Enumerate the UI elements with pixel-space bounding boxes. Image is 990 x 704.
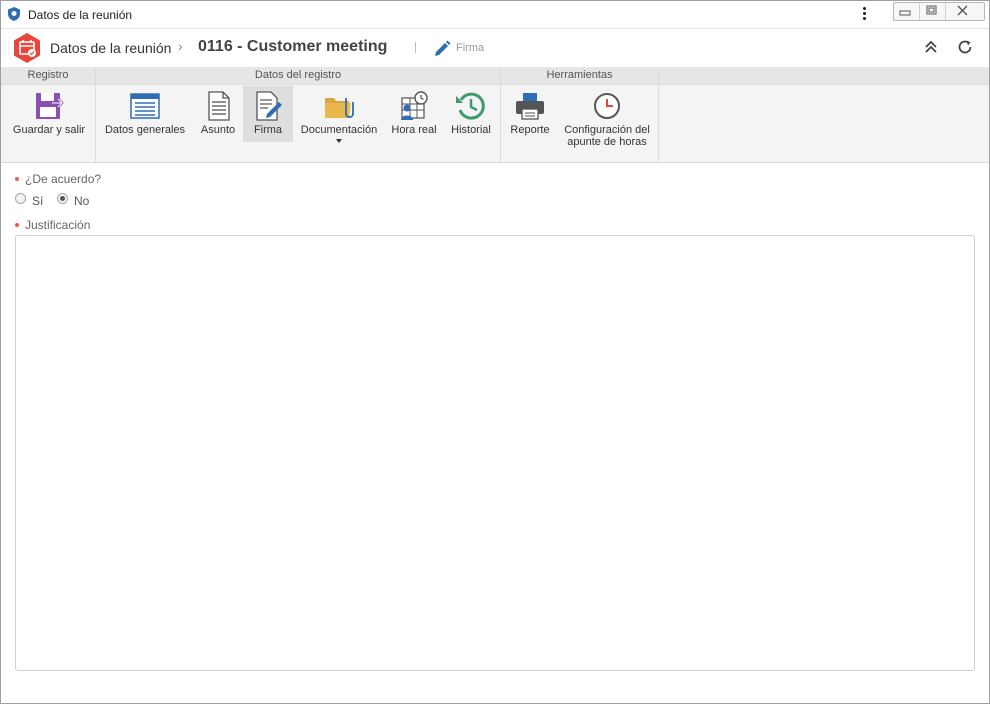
app-window: Datos de la reunión Datos de la reunión <box>0 0 990 704</box>
button-label: Hora real <box>391 124 437 136</box>
save-exit-icon <box>36 93 64 119</box>
reporte-button[interactable]: Reporte <box>506 86 554 142</box>
breadcrumb-separator-icon: › <box>178 38 183 54</box>
meeting-logo-icon <box>14 33 40 63</box>
button-label: Historial <box>451 124 491 136</box>
more-options-icon[interactable] <box>859 7 869 23</box>
hora-real-button[interactable]: Hora real <box>386 86 442 142</box>
button-label: Asunto <box>200 124 236 136</box>
button-label: Datos generales <box>104 124 186 136</box>
minimize-icon <box>899 10 911 16</box>
agreement-label: ¿De acuerdo? <box>25 172 102 186</box>
firma-button[interactable]: Firma <box>243 86 293 142</box>
close-button[interactable] <box>946 3 984 20</box>
save-and-exit-button[interactable]: Guardar y salir <box>5 86 93 142</box>
restore-button[interactable] <box>920 3 947 20</box>
button-label: Documentación <box>300 124 378 136</box>
breadcrumb: Datos de la reunión › 0116 - Customer me… <box>1 29 989 67</box>
ribbon-group-registro: Registro Guardar y salir <box>1 67 96 162</box>
window-controls <box>893 2 985 21</box>
button-label: Guardar y salir <box>12 124 86 136</box>
historial-button[interactable]: Historial <box>446 86 496 142</box>
ribbon-group-herramientas: Herramientas Reporte Configuración del a <box>501 67 659 162</box>
collapse-up-icon[interactable] <box>923 39 939 55</box>
group-title: Datos del registro <box>96 67 500 85</box>
justification-textarea[interactable] <box>15 235 975 671</box>
clock-icon <box>594 93 620 119</box>
minimize-button[interactable] <box>894 3 921 20</box>
required-indicator <box>15 223 19 227</box>
divider <box>415 42 416 53</box>
datos-generales-button[interactable]: Datos generales <box>101 86 189 142</box>
button-label: Configuración del <box>564 124 650 136</box>
ribbon-toolbar: Registro Guardar y salir Datos del regis… <box>1 67 989 163</box>
window-title: Datos de la reunión <box>28 8 133 22</box>
radio-no[interactable] <box>57 193 68 204</box>
history-icon <box>456 92 485 120</box>
app-shield-icon <box>8 7 20 21</box>
button-label: Reporte <box>510 124 550 136</box>
breadcrumb-parent[interactable]: Datos de la reunión <box>50 40 171 56</box>
configuracion-apunte-horas-button[interactable]: Configuración del apunte de horas <box>559 86 655 148</box>
printer-icon <box>516 93 544 120</box>
justification-label: Justificación <box>25 218 91 232</box>
radio-no-label[interactable]: No <box>74 194 89 208</box>
document-icon <box>208 91 230 121</box>
close-icon <box>957 5 968 16</box>
documentacion-button[interactable]: Documentación <box>297 86 381 144</box>
form-icon <box>130 93 160 119</box>
schedule-person-icon <box>401 91 428 120</box>
refresh-icon[interactable] <box>957 39 973 55</box>
radio-yes[interactable] <box>15 193 26 204</box>
group-title: Herramientas <box>501 67 658 85</box>
record-title: 0116 - Customer meeting <box>198 38 388 55</box>
pencil-icon <box>435 40 451 56</box>
chevron-down-icon[interactable] <box>335 138 343 144</box>
asunto-button[interactable]: Asunto <box>195 86 241 142</box>
folder-clip-icon <box>325 98 354 118</box>
ribbon-group-datos-registro: Datos del registro Datos generales Asunt… <box>96 67 501 162</box>
title-bar: Datos de la reunión <box>1 1 989 29</box>
button-label-line2: apunte de horas <box>567 136 647 148</box>
radio-yes-label[interactable]: Sí <box>32 194 43 208</box>
signature-icon <box>256 91 282 121</box>
button-label: Firma <box>253 124 283 136</box>
signature-form: ¿De acuerdo? Sí No Justificación <box>1 163 989 703</box>
ribbon-empty-area <box>659 67 989 85</box>
group-title: Registro <box>1 67 95 85</box>
current-section-label: Firma <box>456 42 485 54</box>
restore-icon <box>926 5 937 15</box>
required-indicator <box>15 177 19 181</box>
